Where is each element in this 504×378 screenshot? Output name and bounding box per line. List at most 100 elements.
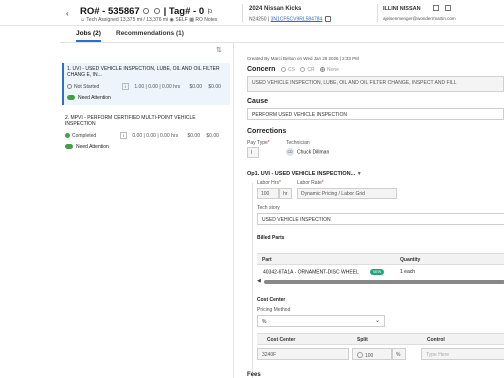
labor-hrs-unit: hr [279,188,292,199]
required-mark: * [278,180,281,186]
cause-field[interactable]: PERFORM USED VEHICLE INSPECTION [247,108,504,120]
need-attention-badge: Need Attention [65,144,109,150]
concern-options: CS CR None [277,67,339,73]
technician-name: Chuck Dillman [297,149,330,156]
price-labor: $0.00 [189,84,202,90]
info-icon[interactable] [153,8,160,15]
back-chevron-icon[interactable]: ‹ [66,9,69,18]
horizontal-scrollbar[interactable] [264,280,504,284]
toggle-icon [65,144,73,149]
info-button[interactable]: i [122,83,129,90]
hours-total: 0.00 hrs [162,84,181,90]
labor-rate-select[interactable]: Dynamic Pricing / Labor Grid [297,188,397,199]
job-item[interactable]: 1. UVI - USED VEHICLE INSPECTION, LUBE, … [62,63,230,105]
vehicle-name: 2024 Nissan Kicks [249,6,302,12]
radio-cr-label: CR [307,67,315,73]
header-divider [242,4,243,22]
chevron-down-icon: ⌄ [374,318,380,324]
cause-heading: Cause [247,98,269,105]
labor-hrs-label-text: Labor Hrs [257,180,279,186]
pay-type-field[interactable]: I [247,147,259,158]
corrections-heading: Corrections [247,128,287,135]
table-row[interactable]: 40342-6TA1A - ORNAMENT-DISC WHEEL NEW [263,269,385,276]
jobs-list-panel: ⇅ 1. UVI - USED VEHICLE INSPECTION, LUBE… [60,43,234,378]
tag-number: | Tag# - 0 [163,6,205,17]
sort-icon[interactable]: ⇅ [216,46,222,54]
mileage-value: 13,375 mi / 13,376 mi [120,17,169,23]
copy-vin-icon[interactable] [324,16,331,22]
tech-icon: ☺ [80,17,86,23]
tab-recommendations[interactable]: Recommendations (1) [116,30,184,37]
vin-link[interactable]: 3N1CP5CV9RL584784 [271,16,323,22]
status-text: Not Started [74,84,100,90]
radio-cr[interactable] [300,67,306,72]
info-button[interactable]: i [120,132,127,139]
flag-icon[interactable]: ⚐ [207,9,213,16]
need-attention-label: Need Attention [76,144,109,150]
hours-actual: 0.00 [148,84,158,90]
part-name: 40342-6TA1A - ORNAMENT-DISC WHEEL [263,269,359,276]
job-values: i 1.00 | 0.00 | 0.00 hrs $0.00 $0.00 [122,83,221,90]
hours-sold: 0.00 [146,133,156,139]
pay-type-label-text: Pay Type [247,140,268,146]
hours-total: 0.00 hrs [160,133,179,139]
radio-cs-label: CS [288,67,295,73]
op-title: Op1. UVI - USED VEHICLE INSPECTION... ▼ [247,171,362,177]
operation-card: Labor Hrs* 100 hr Labor Rate* Dynamic Pr… [252,180,504,378]
price-total: $0.00 [208,84,221,90]
job-title: 1. UVI - USED VEHICLE INSPECTION, LUBE, … [67,66,220,78]
vehicle-stock-id: N24250 | [249,16,270,23]
job-item[interactable]: 2. MPVI - PERFORM CERTIFIED MULTI-POINT … [62,112,230,154]
split-unit: % [392,348,406,360]
header-divider [377,4,378,22]
dealer-name: ILLINI NISSAN [383,6,421,12]
share-icon[interactable] [444,5,451,11]
job-title: 2. MPVI - PERFORM CERTIFIED MULTI-POINT … [65,115,196,127]
split-field[interactable]: 100 [352,348,392,360]
price-labor: $0.00 [187,133,200,139]
tech-story-field[interactable]: USED VEHICLE INSPECTION [257,213,504,225]
tech-story-label: Tech story [257,205,280,211]
chevron-down-icon[interactable]: ▼ [357,171,362,177]
col-quantity: Quantity [400,257,421,263]
status-completed-icon [65,133,70,138]
toggle-icon [67,95,75,100]
pricing-method-value: % [262,319,267,325]
radio-cs[interactable] [281,67,286,72]
need-attention-label: Need Attention [78,95,111,101]
labor-hrs-input[interactable]: 100 [257,188,279,199]
vehicle-ids: N24250 | 3N1CP5CV9RL584784 [249,16,332,22]
self-label: SELF [175,17,188,23]
notes-icon[interactable]: ▦ [189,17,194,23]
customer-email: ajeisenmenger@wonderrmartin.com [383,16,456,21]
col-part: Part [262,257,272,263]
cost-center-heading: Cost Center [257,297,286,303]
radio-none[interactable] [319,67,325,72]
status-badge: NEW [369,269,385,275]
billed-parts-heading: Billed Parts [257,235,285,241]
copy-icon[interactable] [143,8,150,15]
tab-jobs[interactable]: Jobs (2) [76,30,101,42]
technician-value[interactable]: CD Chuck Dillman [286,148,329,156]
concern-heading: Concern [247,66,276,73]
cost-center-field[interactable]: 3240F [257,348,349,360]
parts-table-header: Part Quantity [257,253,504,265]
scroll-left-icon[interactable]: ◀ [257,278,261,284]
job-status: Not Started [67,84,99,90]
col-control: Control [427,337,445,343]
col-cost-center: Cost Center [267,337,296,343]
status-text: Completed [72,133,97,139]
radio-none-label: None [326,67,339,73]
cost-center-table-header: Cost Center Split Control [257,333,504,345]
need-attention-badge: Need Attention [67,95,111,101]
pricing-method-select[interactable]: % ⌄ [257,315,385,327]
ro-number: RO# - 535867 [80,6,140,17]
control-input[interactable]: Type Here [421,348,504,360]
price-total: $0.00 [206,133,219,139]
job-values: i 0.00 | 0.00 | 0.00 hrs $0.00 $0.00 [120,132,219,139]
ro-notes-link[interactable]: RO Notes [195,17,217,23]
print-icon[interactable] [433,5,439,11]
technician-label: Technician [286,140,310,146]
concern-field[interactable]: USED VEHICLE INSPECTION, LUBE, OIL AND O… [247,76,504,92]
col-split: Split [357,337,368,343]
